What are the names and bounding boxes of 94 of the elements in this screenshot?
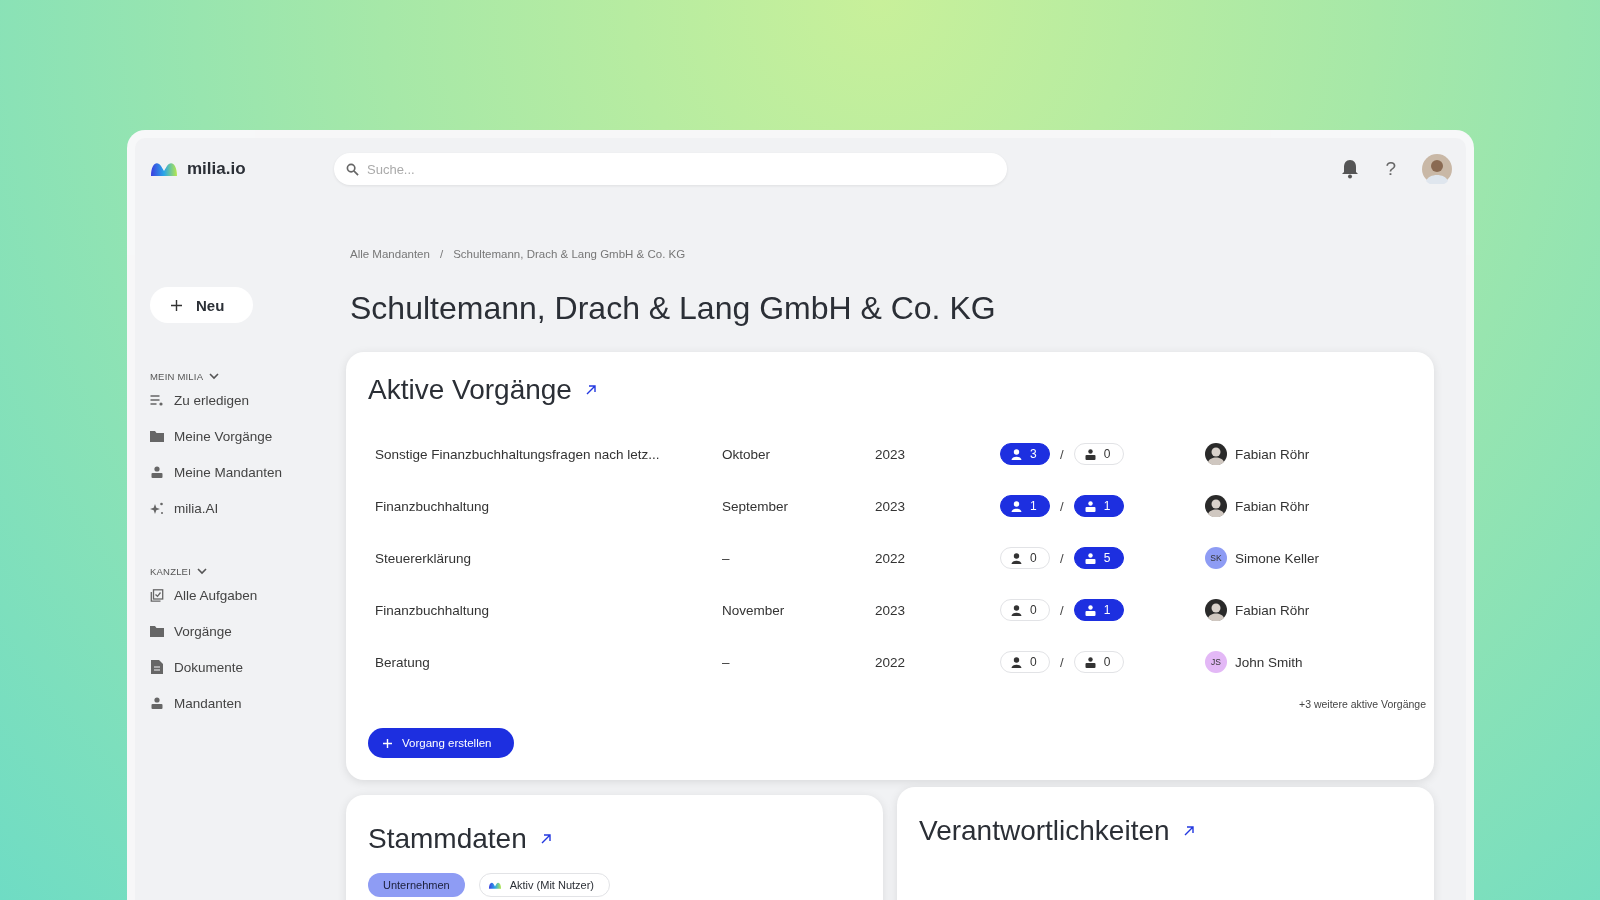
logo-text: milia.io <box>187 159 246 179</box>
checklist-icon <box>150 588 164 602</box>
arrow-icon[interactable] <box>540 834 551 844</box>
type-tag: Unternehmen <box>368 873 465 897</box>
separator-text: / <box>1060 498 1064 514</box>
page-title: Schultemann, Drach & Lang GmbH & Co. KG <box>350 290 997 327</box>
user-icon <box>1011 656 1022 668</box>
arrow-icon[interactable] <box>585 385 596 395</box>
logo-icon <box>149 160 179 178</box>
user-count-badge[interactable]: 0 <box>1000 599 1050 621</box>
chevron-icon[interactable] <box>197 568 207 575</box>
people-icon <box>1084 448 1096 460</box>
breadcrumb-link[interactable]: Alle Mandanten <box>350 248 430 260</box>
card-title: Verantwortlichkeiten <box>919 815 1170 847</box>
assignee-name: Simone Keller <box>1235 550 1320 566</box>
new-button[interactable]: Neu <box>150 287 253 323</box>
assignee-name: Fabian Röhr <box>1235 498 1310 514</box>
sidebar-item[interactable]: milia.AI <box>150 498 333 518</box>
card-title: Aktive Vorgänge <box>368 374 572 406</box>
card-title: Stammdaten <box>368 823 527 855</box>
breadcrumb-link[interactable]: Schultemann, Drach & Lang GmbH & Co. KG <box>453 248 686 260</box>
folder-icon <box>150 625 164 637</box>
sidebar-item[interactable]: Dokumente <box>150 657 333 677</box>
sidebar-item[interactable]: Meine Vorgänge <box>150 426 333 446</box>
client-count-badge[interactable]: 0 <box>1073 651 1124 673</box>
table-cell-text: 2023 <box>875 602 907 618</box>
user-count-badge[interactable]: 0 <box>1000 547 1050 569</box>
chevron-icon[interactable] <box>209 373 220 380</box>
user-icon <box>1011 552 1022 564</box>
breadcrumb-separator: / <box>439 248 444 260</box>
client-count-badge[interactable]: 0 <box>1073 443 1124 465</box>
people-icon <box>150 697 164 709</box>
assignee-name: Fabian Röhr <box>1235 602 1310 618</box>
help-button[interactable]: ? <box>1381 158 1400 180</box>
document-icon <box>150 660 164 674</box>
search-icon <box>346 163 359 176</box>
avatar-initials: JS <box>1205 651 1227 673</box>
separator-text: / <box>1060 550 1064 566</box>
more-link[interactable]: +3 weitere aktive Vorgänge <box>1299 698 1426 710</box>
people-icon <box>1084 552 1096 564</box>
plus-icon <box>171 299 182 311</box>
avatar-icon <box>1205 599 1227 621</box>
bell-icon[interactable] <box>1341 159 1360 179</box>
table-cell-text: 2023 <box>875 498 907 514</box>
people-icon <box>150 466 164 478</box>
sparkle-icon <box>150 501 164 515</box>
client-count-badge[interactable]: 1 <box>1073 495 1124 517</box>
user-count-badge[interactable]: 3 <box>1000 443 1050 465</box>
list-icon <box>150 394 164 406</box>
table-cell-text: Finanzbuchhaltung <box>374 602 491 618</box>
assignee-name: John Smith <box>1235 654 1303 670</box>
sidebar-item[interactable]: Zu erledigen <box>150 390 333 410</box>
sidebar-item[interactable]: Mandanten <box>150 693 333 713</box>
table-cell-text: – <box>722 550 731 566</box>
search-field[interactable]: Suche... <box>334 153 1007 185</box>
people-icon <box>1084 500 1096 512</box>
folder-icon <box>150 430 164 442</box>
logo-icon <box>487 880 502 890</box>
sidebar-item[interactable]: Alle Aufgaben <box>150 585 333 605</box>
avatar-icon <box>1205 443 1227 465</box>
sidebar-item[interactable]: Vorgänge <box>150 621 333 641</box>
table-cell-text: 2023 <box>875 446 907 462</box>
user-icon <box>1011 448 1022 460</box>
assignee-name: Fabian Röhr <box>1235 446 1310 462</box>
avatar-initials: SK <box>1205 547 1227 569</box>
client-count-badge[interactable]: 5 <box>1073 547 1124 569</box>
create-button[interactable]: Vorgang erstellen <box>368 728 514 758</box>
user-icon <box>1011 500 1022 512</box>
table-cell-text: Beratung <box>374 654 431 670</box>
separator-text: / <box>1060 602 1064 618</box>
avatar-icon <box>1205 495 1227 517</box>
table-cell-text: Finanzbuchhaltung <box>374 498 491 514</box>
section-title: KANZLEI <box>150 566 191 577</box>
table-cell-text: September <box>722 498 790 514</box>
table-cell-text: – <box>722 654 731 670</box>
client-count-badge[interactable]: 1 <box>1073 599 1124 621</box>
plus-icon <box>383 738 392 748</box>
table-cell-text: 2022 <box>875 654 907 670</box>
table-cell-text: Sonstige Finanzbuchhaltungsfragen nach letz... <box>374 446 661 462</box>
table-cell-text: Oktober <box>722 446 772 462</box>
separator-text: / <box>1060 446 1064 462</box>
avatar-icon[interactable] <box>1422 154 1452 184</box>
separator-text: / <box>1060 654 1064 670</box>
sidebar-item[interactable]: Meine Mandanten <box>150 462 333 482</box>
user-count-badge[interactable]: 1 <box>1000 495 1050 517</box>
table-cell-text: Steuererklärung <box>374 550 473 566</box>
section-title: MEIN MILIA <box>150 371 204 382</box>
table-cell-text: 2022 <box>875 550 907 566</box>
arrow-icon[interactable] <box>1183 826 1194 836</box>
user-count-badge[interactable]: 0 <box>1000 651 1050 673</box>
table-cell-text: November <box>722 602 786 618</box>
people-icon <box>1084 656 1096 668</box>
user-icon <box>1011 604 1022 616</box>
people-icon <box>1084 604 1096 616</box>
